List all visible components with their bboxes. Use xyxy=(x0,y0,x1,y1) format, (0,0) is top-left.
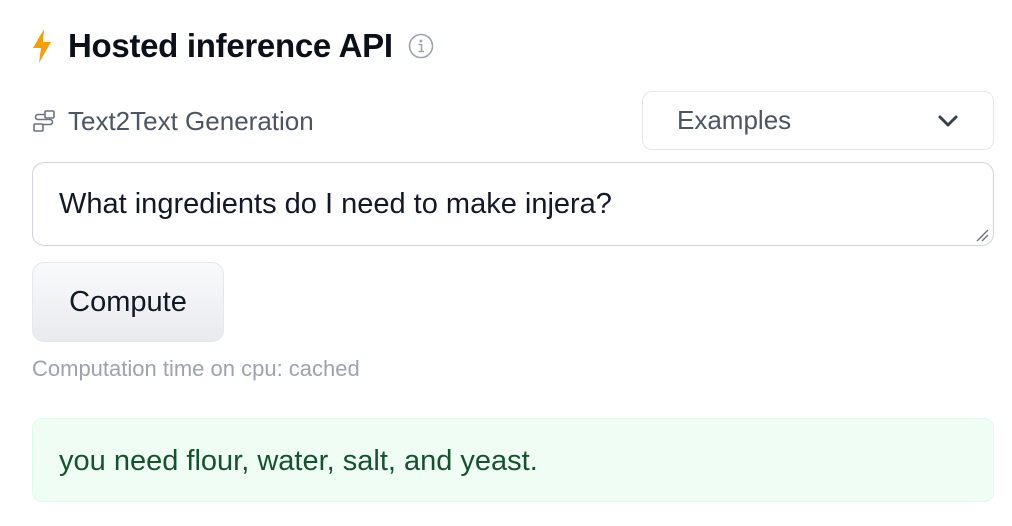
examples-label: Examples xyxy=(677,105,792,135)
output-text: you need flour, water, salt, and yeast. xyxy=(59,445,538,477)
info-icon[interactable] xyxy=(408,33,434,59)
task-type: Text2Text Generation xyxy=(32,104,314,138)
text2text-task-icon xyxy=(32,109,56,133)
resize-handle-icon[interactable] xyxy=(975,228,989,242)
output-box: you need flour, water, salt, and yeast. xyxy=(32,418,994,502)
prompt-input-text[interactable]: What ingredients do I need to make injer… xyxy=(59,188,612,221)
computation-time: Computation time on cpu: cached xyxy=(32,356,360,381)
widget-title: Hosted inference API xyxy=(68,27,393,64)
lightning-bolt-icon xyxy=(32,29,52,63)
examples-dropdown[interactable]: Examples xyxy=(642,91,994,150)
chevron-down-icon xyxy=(937,111,959,131)
inference-widget: Hosted inference API Text2Text Generatio… xyxy=(0,0,1012,526)
prompt-input[interactable]: What ingredients do I need to make injer… xyxy=(32,162,994,246)
widget-header: Hosted inference API xyxy=(32,26,434,66)
task-label: Text2Text Generation xyxy=(68,105,314,136)
compute-button[interactable]: Compute xyxy=(32,262,224,342)
